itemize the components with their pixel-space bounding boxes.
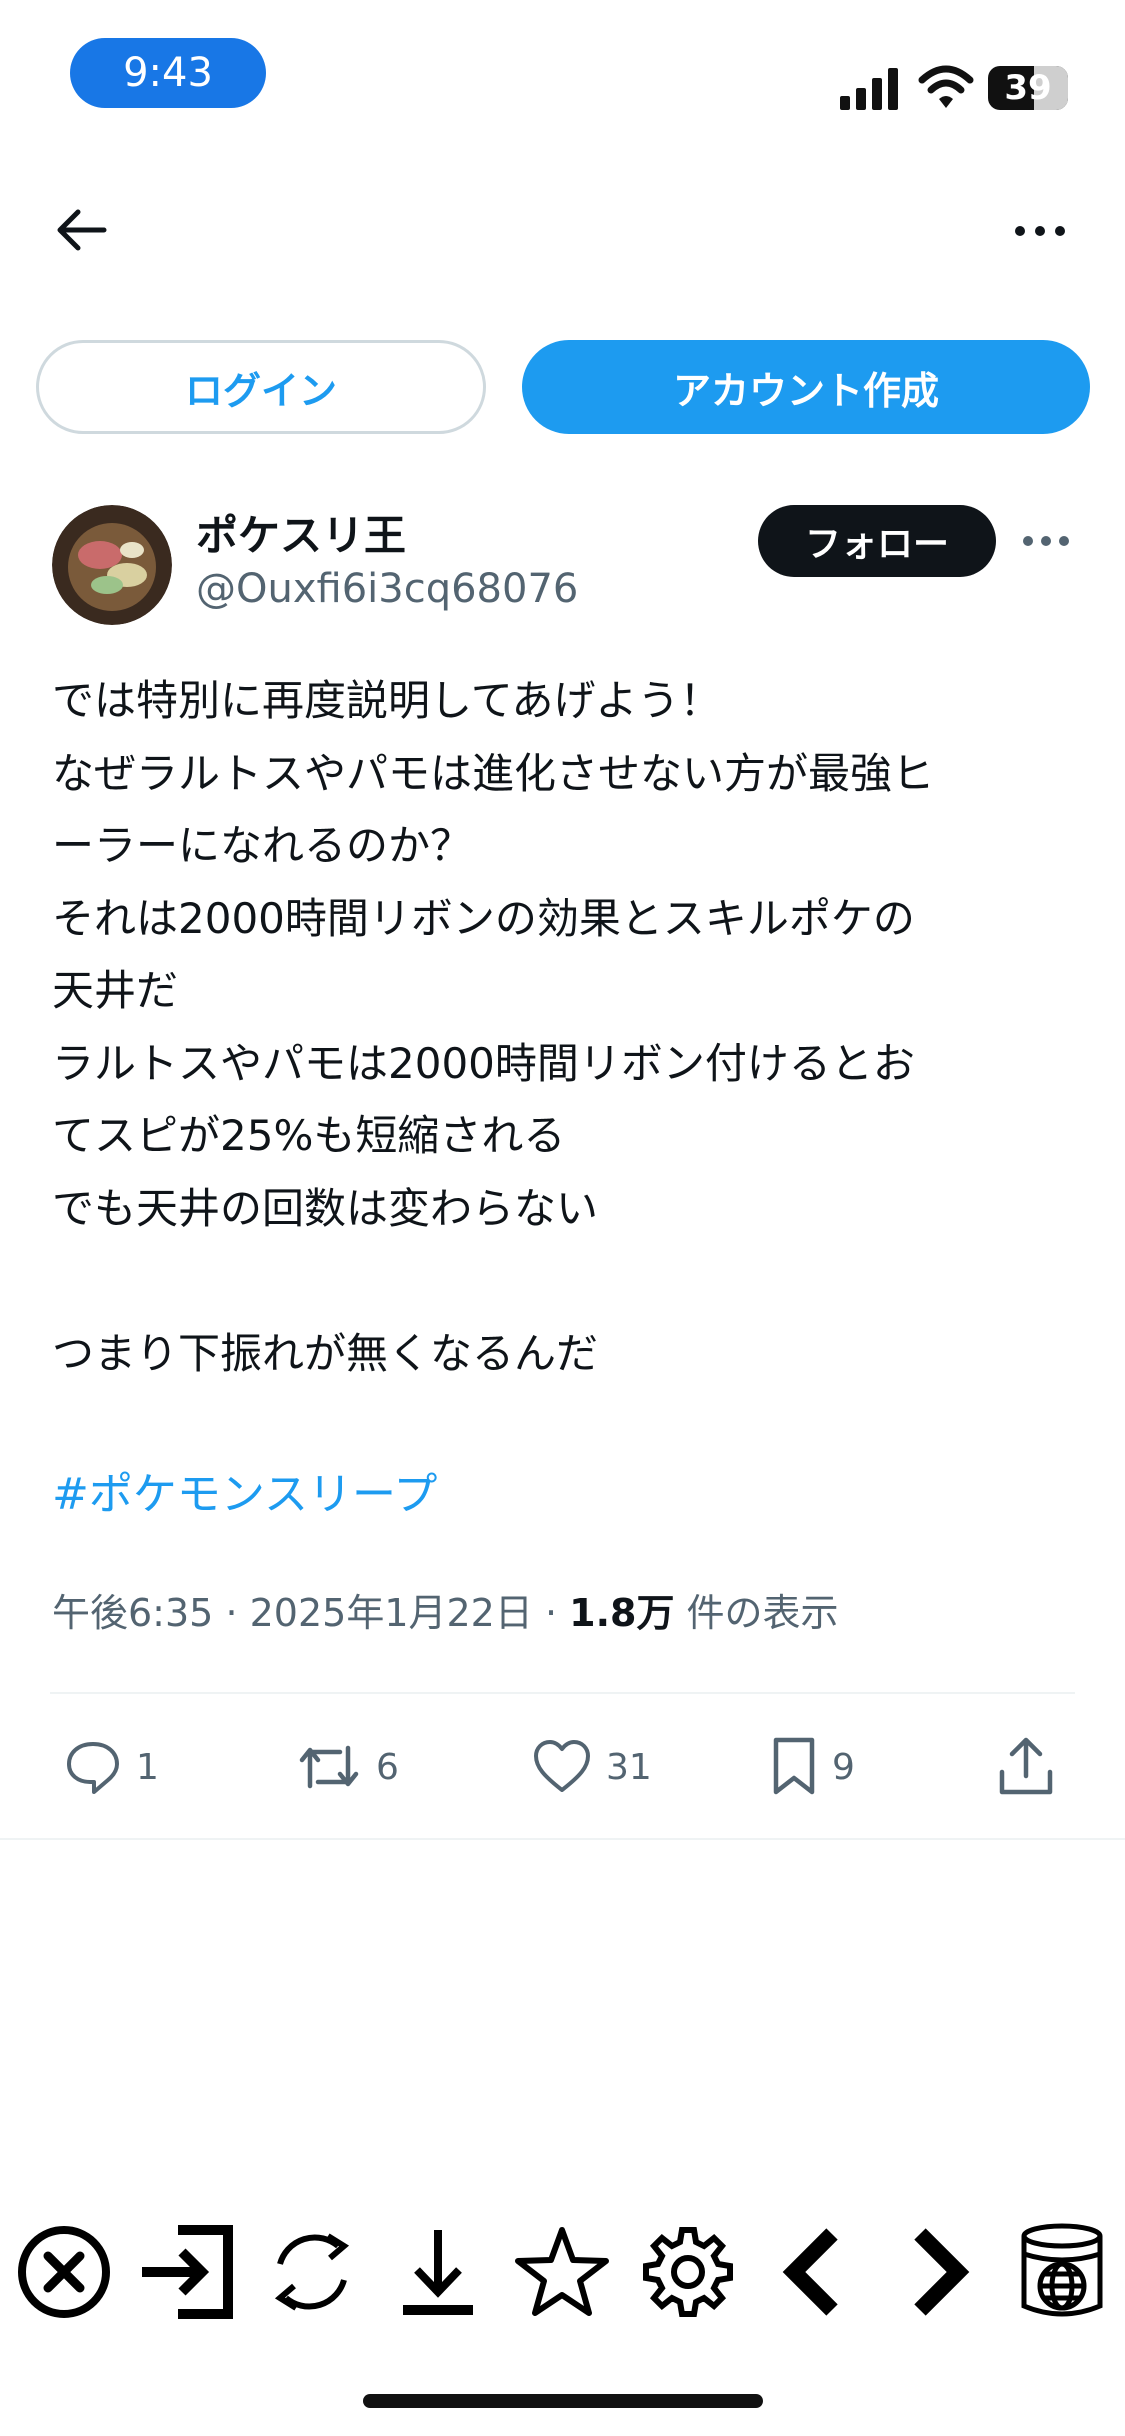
bookmark-button[interactable]: 9 <box>770 1732 855 1802</box>
tweet-meta: 午後6:35 · 2025年1月22日 · 1.8万 件の表示 <box>52 1591 839 1635</box>
tweet-line: 天井だ <box>52 966 179 1015</box>
gear-icon <box>643 2227 733 2317</box>
battery-level: 39 <box>1004 68 1052 108</box>
login-action-button[interactable] <box>136 2220 240 2324</box>
reply-button[interactable]: 1 <box>64 1732 159 1802</box>
tweet-line: でも天井の回数は変わらない <box>52 1183 599 1233</box>
view-label: 件の表示 <box>686 1591 839 1635</box>
settings-button[interactable] <box>636 2220 740 2324</box>
retweet-icon <box>299 1745 359 1789</box>
tweet-line: それは2000時間リボンの効果とスキルポケの <box>52 893 915 943</box>
tweet-text: では特別に再度説明してあげよう！ なぜラルトスやパモは進化させない方が最強ヒ ー… <box>52 665 1082 1390</box>
forward-nav-button[interactable] <box>886 2220 990 2324</box>
divider <box>0 1838 1125 1840</box>
refresh-icon <box>274 2233 350 2311</box>
like-count: 31 <box>606 1746 652 1788</box>
status-time: 9:43 <box>70 38 266 108</box>
reply-icon <box>67 1742 119 1794</box>
chevron-right-icon <box>914 2228 970 2316</box>
tweet-line: ラルトスやパモは2000時間リボン付けるとお <box>52 1038 915 1088</box>
download-button[interactable] <box>386 2220 490 2324</box>
login-button[interactable]: ログイン <box>36 340 486 434</box>
database-globe-icon <box>1021 2223 1103 2317</box>
bookmark-count: 9 <box>832 1746 855 1788</box>
close-icon <box>18 2226 110 2318</box>
chevron-left-icon <box>782 2228 838 2316</box>
heart-icon <box>534 1740 590 1792</box>
reply-count: 1 <box>136 1746 159 1788</box>
share-button[interactable] <box>996 1732 1056 1802</box>
download-icon <box>403 2230 473 2315</box>
more-options-icon[interactable] <box>1010 206 1070 256</box>
retweet-button[interactable]: 6 <box>296 1732 399 1802</box>
share-icon <box>999 1737 1053 1795</box>
avatar[interactable] <box>52 505 172 625</box>
tweet-time[interactable]: 午後6:35 <box>52 1591 213 1635</box>
tweet-more-icon[interactable] <box>1020 526 1072 556</box>
create-account-button[interactable]: アカウント作成 <box>522 340 1090 434</box>
refresh-button[interactable] <box>260 2220 364 2324</box>
divider <box>50 1692 1075 1694</box>
author-name[interactable]: ポケスリ王 <box>196 502 406 563</box>
database-button[interactable] <box>1010 2220 1114 2324</box>
retweet-count: 6 <box>376 1746 399 1788</box>
bookmark-icon <box>773 1737 815 1795</box>
view-count: 1.8万 <box>569 1591 675 1635</box>
star-icon <box>515 2227 609 2316</box>
follow-button[interactable]: フォロー <box>758 505 996 577</box>
close-button[interactable] <box>12 2220 116 2324</box>
tweet-line: ーラーになれるのか？ <box>52 821 473 870</box>
home-indicator[interactable] <box>363 2394 763 2408</box>
tweet-date[interactable]: 2025年1月22日 <box>250 1591 533 1635</box>
cellular-signal-icon <box>840 68 898 110</box>
tweet-line: では特別に再度説明してあげよう！ <box>52 676 722 725</box>
hashtag-link[interactable]: #ポケモンスリープ <box>52 1458 437 1522</box>
tweet-line <box>52 1245 1082 1318</box>
back-arrow-icon[interactable] <box>50 200 110 260</box>
tweet-line: つまり下振れが無くなるんだ <box>52 1328 599 1378</box>
like-button[interactable]: 31 <box>532 1732 652 1802</box>
favorite-button[interactable] <box>510 2220 614 2324</box>
tweet-line: てスピが25%も短縮される <box>52 1111 566 1160</box>
wifi-icon <box>918 65 974 108</box>
battery-indicator: 39 <box>988 66 1068 110</box>
tweet-line: なぜラルトスやパモは進化させない方が最強ヒ <box>52 748 935 798</box>
author-handle[interactable]: @Ouxfi6i3cq68076 <box>196 566 578 612</box>
back-nav-button[interactable] <box>762 2220 866 2324</box>
login-icon <box>142 2225 233 2319</box>
